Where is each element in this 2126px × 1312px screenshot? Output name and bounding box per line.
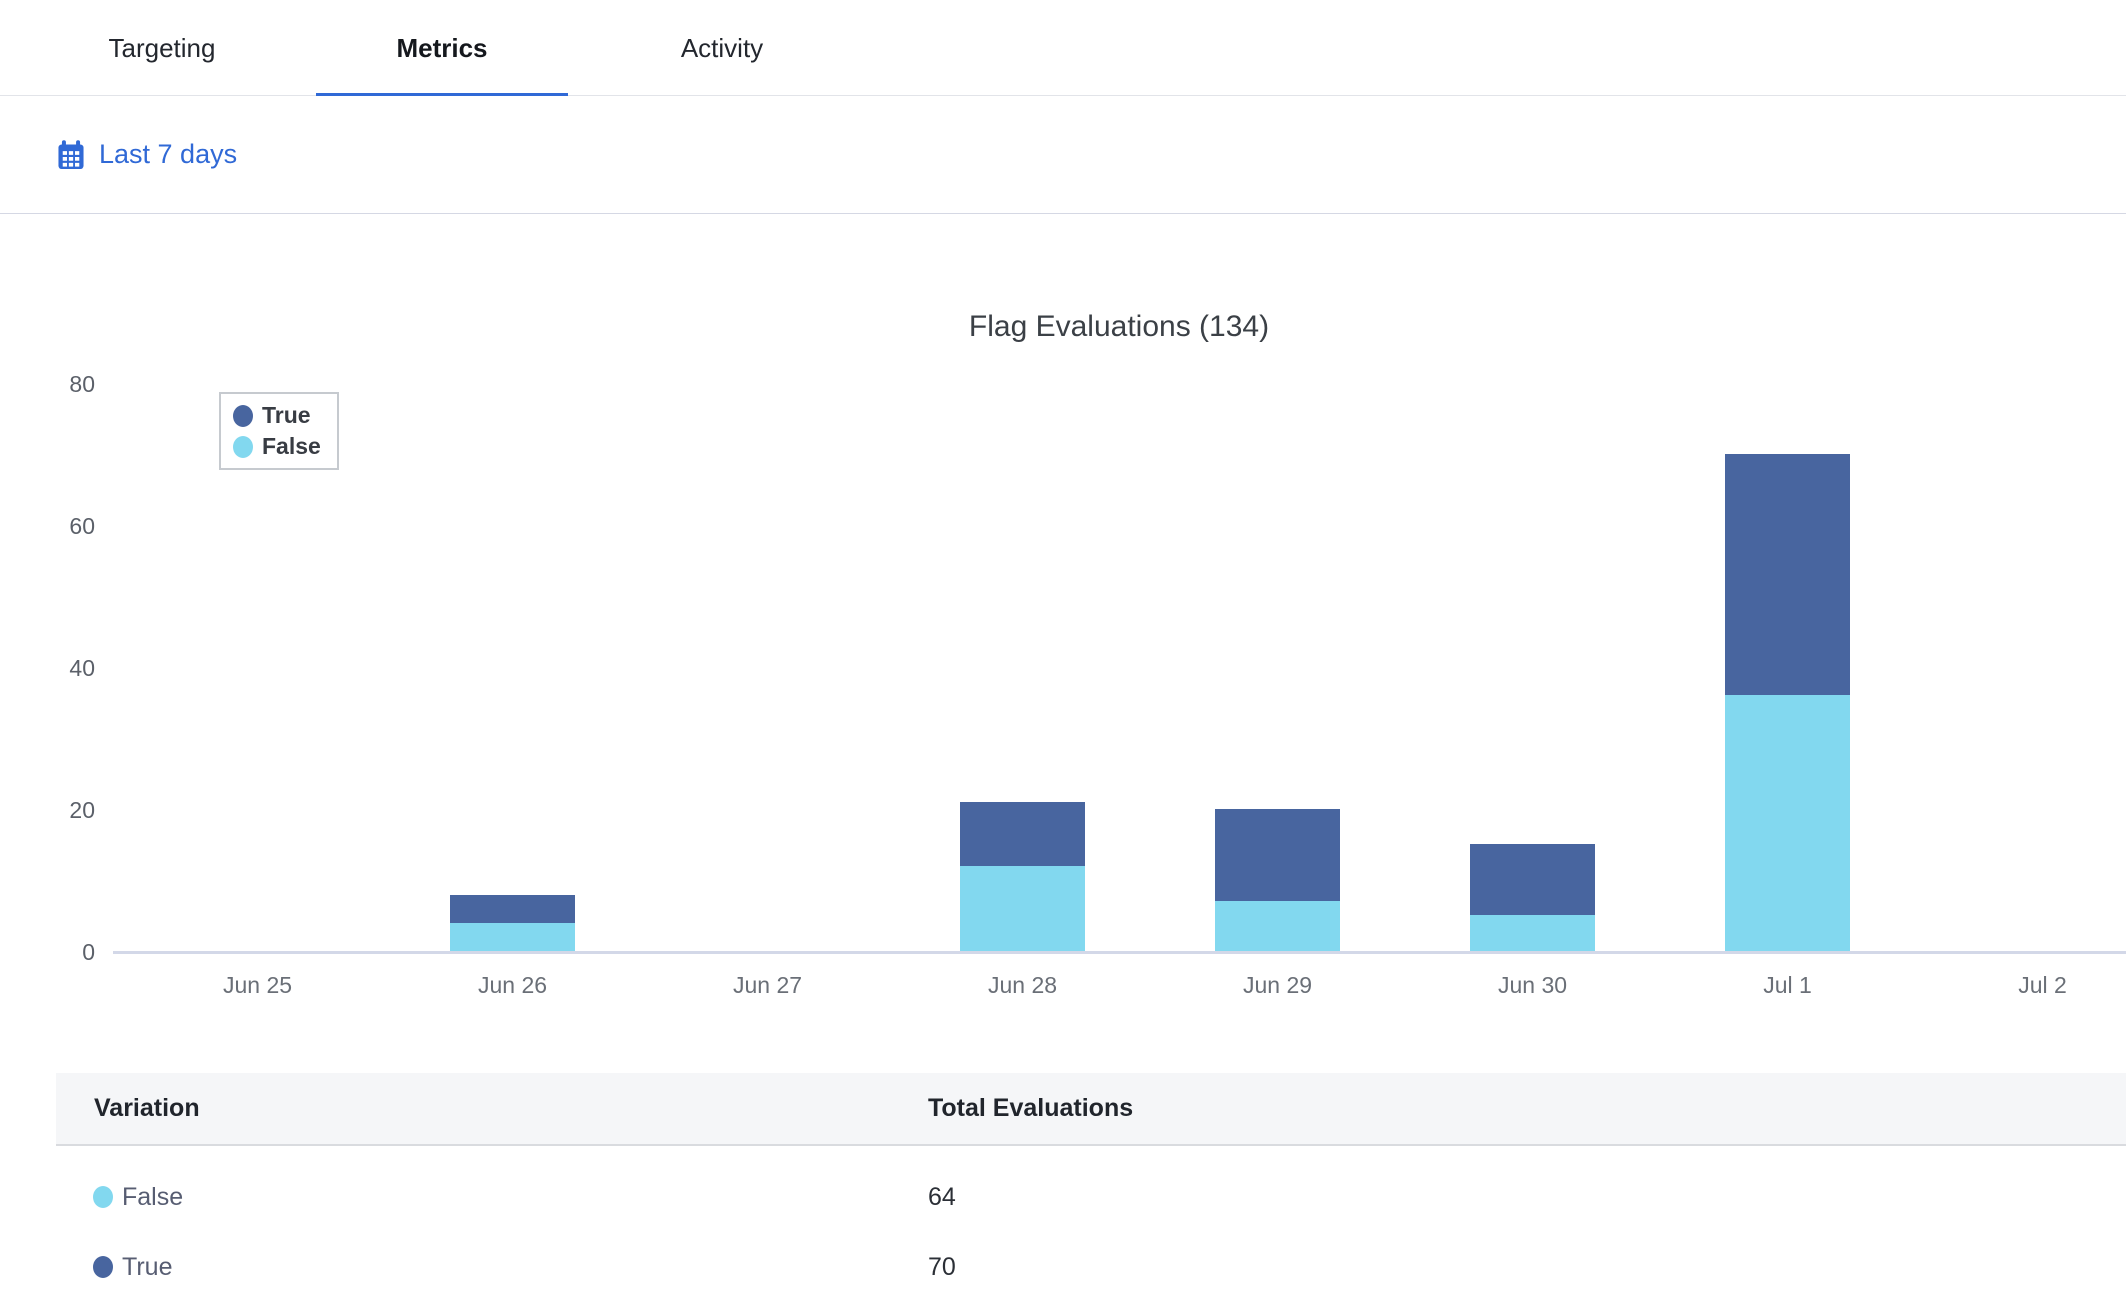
x-axis-label: Jul 1 — [1660, 972, 1915, 999]
variation-color-dot — [93, 1186, 113, 1208]
total-evaluations-value: 64 — [928, 1183, 956, 1212]
legend-label: True — [262, 402, 311, 429]
y-axis-tick-label: 0 — [30, 940, 95, 964]
tab-metrics[interactable]: Metrics — [316, 0, 568, 96]
legend-dot-false — [233, 436, 253, 458]
x-axis-label: Jun 25 — [130, 972, 385, 999]
x-axis-label: Jul 2 — [1915, 972, 2126, 999]
variation-cell: False — [56, 1183, 928, 1212]
bar-segment-false-jun-28 — [960, 866, 1085, 951]
x-axis-label: Jun 29 — [1150, 972, 1405, 999]
table-row-true: True 70 — [56, 1232, 2126, 1302]
legend-item-true[interactable]: True — [233, 402, 321, 429]
y-axis-tick-label: 20 — [30, 798, 95, 822]
y-axis-tick-label: 80 — [30, 372, 95, 396]
variation-label: False — [122, 1183, 183, 1212]
table-body: False 64 True 70 — [56, 1162, 2126, 1302]
tab-activity[interactable]: Activity — [596, 0, 848, 96]
date-range-button[interactable]: Last 7 days — [55, 138, 237, 172]
x-axis-label: Jun 28 — [895, 972, 1150, 999]
bar-segment-true-jun-29 — [1215, 809, 1340, 901]
chart-title: Flag Evaluations (134) — [0, 310, 2126, 344]
bar-segment-false-jul-1 — [1725, 695, 1850, 951]
bar-segment-false-jun-30 — [1470, 915, 1595, 951]
variation-table: Variation Total Evaluations False 64 True 7… — [56, 1073, 2126, 1302]
variation-cell: True — [56, 1253, 928, 1282]
bar-segment-false-jun-26 — [450, 923, 575, 951]
calendar-icon — [55, 138, 87, 172]
variation-label: True — [122, 1253, 172, 1282]
y-axis-tick-label: 60 — [30, 514, 95, 538]
bar-segment-true-jun-26 — [450, 895, 575, 923]
legend-item-false[interactable]: False — [233, 433, 321, 460]
column-header-total-evaluations: Total Evaluations — [928, 1094, 1133, 1123]
bar-segment-false-jun-29 — [1215, 901, 1340, 951]
y-axis-tick-label: 40 — [30, 656, 95, 680]
date-range-label: Last 7 days — [99, 139, 237, 170]
column-header-variation: Variation — [56, 1094, 928, 1123]
tab-bar: Targeting Metrics Activity — [0, 0, 2126, 96]
table-row-false: False 64 — [56, 1162, 2126, 1232]
variation-color-dot — [93, 1256, 113, 1278]
x-axis-label: Jun 30 — [1405, 972, 1660, 999]
flag-metrics-page: Targeting Metrics Activity — [0, 0, 2126, 1312]
bar-segment-true-jun-30 — [1470, 844, 1595, 915]
table-header-row: Variation Total Evaluations — [56, 1073, 2126, 1146]
x-axis-label: Jun 27 — [640, 972, 895, 999]
legend-label: False — [262, 433, 321, 460]
legend-dot-true — [233, 405, 253, 427]
chart-legend: True False — [219, 392, 339, 470]
bar-segment-true-jun-28 — [960, 802, 1085, 866]
flag-evaluations-chart: Flag Evaluations (134) True False 0 20 40 60… — [0, 214, 2126, 1073]
x-axis-line — [113, 951, 2126, 954]
x-axis-label: Jun 26 — [385, 972, 640, 999]
bar-segment-true-jul-1 — [1725, 454, 1850, 695]
date-filter-row: Last 7 days — [0, 96, 2126, 214]
tab-targeting[interactable]: Targeting — [36, 0, 288, 96]
total-evaluations-value: 70 — [928, 1253, 956, 1282]
